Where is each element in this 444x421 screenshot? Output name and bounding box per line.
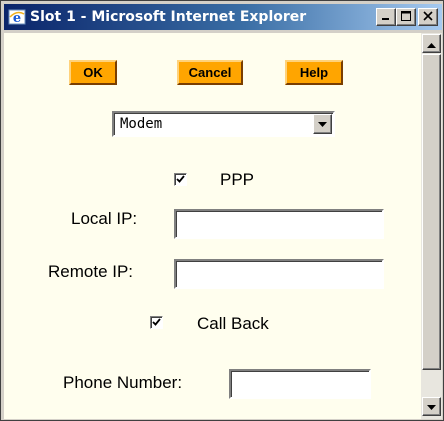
page-content: OK Cancel Help Modem PPP Local IP: Remot… [4,33,421,419]
cancel-button[interactable]: Cancel [177,60,243,85]
scroll-down-button[interactable] [422,397,441,416]
minimize-icon [381,8,391,26]
scroll-up-button[interactable] [422,34,441,53]
window-title: Slot 1 - Microsoft Internet Explorer [30,9,307,25]
arrow-up-icon [427,35,436,53]
internet-explorer-icon: e [8,8,26,26]
scroll-thumb[interactable] [422,54,441,370]
checkmark-icon [176,171,185,189]
arrow-down-icon [427,398,436,416]
remote-ip-input[interactable] [174,259,384,289]
call-back-checkbox[interactable] [150,316,163,329]
close-icon [423,8,433,26]
dropdown-button[interactable] [313,114,332,134]
ok-button[interactable]: OK [69,60,117,85]
call-back-label: Call Back [197,314,269,333]
title-bar[interactable]: e Slot 1 - Microsoft Internet Explorer [4,4,442,30]
maximize-icon [401,8,411,26]
maximize-button[interactable] [396,8,416,26]
ppp-label: PPP [220,170,255,189]
browser-window: e Slot 1 - Microsoft Internet Explorer O… [0,0,444,421]
checkmark-icon [152,314,161,332]
phone-number-label: Phone Number: [63,373,183,392]
chevron-down-icon [318,116,327,132]
mode-select-value: Modem [120,116,163,132]
ppp-checkbox[interactable] [174,173,187,186]
close-button[interactable] [418,8,438,26]
mode-select[interactable]: Modem [112,111,335,137]
phone-number-input[interactable] [229,369,371,399]
help-button[interactable]: Help [285,60,343,85]
local-ip-label: Local IP: [71,209,138,228]
remote-ip-label: Remote IP: [48,262,134,281]
vertical-scrollbar[interactable] [421,33,442,419]
minimize-button[interactable] [376,8,396,26]
local-ip-input[interactable] [174,209,384,239]
